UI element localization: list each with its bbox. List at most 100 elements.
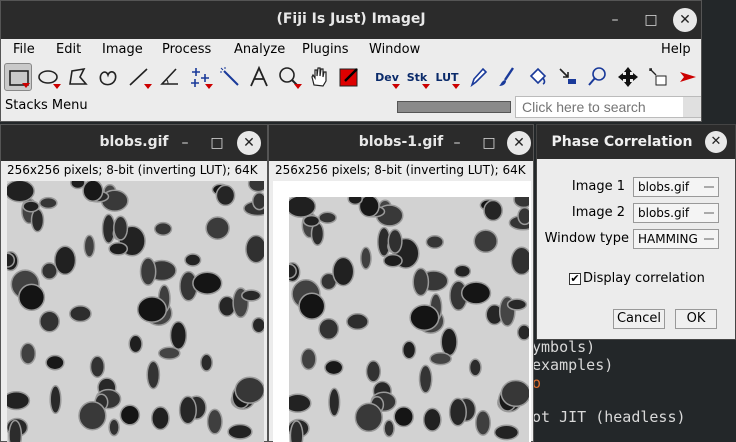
arrow-labels-icon (559, 68, 576, 84)
terminal-line: ymbols) (532, 338, 596, 356)
progress-bar (397, 101, 511, 113)
minimize-button[interactable]: – (603, 8, 627, 32)
image2-select[interactable]: blobs.gif (633, 203, 719, 223)
menu-help[interactable]: Help (661, 42, 691, 57)
search-button[interactable] (683, 97, 701, 117)
tool-menu-indicator (205, 84, 213, 89)
move-tool[interactable] (614, 63, 642, 91)
blobs-image (7, 181, 264, 442)
blobs-image (289, 197, 529, 442)
terminal-line: ot JIT (headless) (532, 408, 686, 426)
dropdown-icon (704, 186, 714, 188)
image2-value: blobs.gif (638, 206, 690, 220)
image-canvas[interactable] (289, 197, 529, 442)
wand-tool[interactable] (216, 63, 244, 91)
menu-process[interactable]: Process (162, 42, 211, 57)
dropdown-icon (704, 238, 714, 240)
maximize-button[interactable]: □ (477, 131, 501, 155)
brush-tool[interactable] (493, 63, 521, 91)
dev-label: Dev (375, 71, 399, 84)
flood-fill-tool[interactable] (523, 63, 551, 91)
menu-window[interactable]: Window (369, 42, 420, 57)
search-tool[interactable] (584, 63, 612, 91)
close-button[interactable]: ✕ (705, 131, 727, 153)
lut-tool[interactable]: LUT (433, 63, 461, 91)
minimize-button[interactable]: – (445, 131, 469, 155)
bucket-icon (529, 67, 547, 85)
zoom-tool[interactable] (275, 63, 303, 91)
image-titlebar: blobs-1.gif – □ ✕ (269, 125, 533, 161)
image-canvas[interactable] (7, 181, 264, 442)
menu-plugins[interactable]: Plugins (302, 42, 349, 57)
dropdown-icon (704, 212, 714, 214)
tool-menu-indicator (53, 84, 61, 89)
arrow-tool[interactable] (554, 63, 582, 91)
red-arrow-icon (680, 72, 696, 82)
menu-image[interactable]: Image (102, 42, 143, 57)
line-tool[interactable] (125, 63, 153, 91)
image-window-blobs[interactable]: blobs.gif – □ ✕ 256x256 pixels; 8-bit (i… (0, 124, 268, 442)
dialog-titlebar: Phase Correlation ✕ (537, 125, 735, 159)
lut-label: LUT (435, 71, 459, 84)
polygon-icon (69, 67, 88, 85)
menu-analyze[interactable]: Analyze (234, 42, 285, 57)
text-tool[interactable] (245, 63, 273, 91)
window-type-select[interactable]: HAMMING (633, 229, 719, 249)
multipoint-tool[interactable] (186, 63, 214, 91)
pencil-tool[interactable] (464, 63, 492, 91)
main-titlebar: (Fiji Is Just) ImageJ – □ ✕ (1, 1, 701, 39)
dialog-title: Phase Correlation (551, 134, 693, 150)
cancel-button[interactable]: Cancel (613, 309, 665, 329)
search-input[interactable] (515, 96, 701, 118)
text-icon (250, 65, 268, 87)
status-bar: Stacks Menu (1, 93, 701, 121)
wand-icon (220, 67, 239, 86)
image2-label: Image 2 (571, 205, 625, 220)
tool-menu-indicator (392, 84, 400, 89)
color-picker-icon (339, 68, 358, 87)
more-tools-button[interactable] (674, 63, 702, 91)
close-button[interactable]: ✕ (673, 8, 697, 32)
tool-menu-indicator (422, 84, 430, 89)
toolbar: Dev Stk LUT (1, 61, 701, 93)
color-picker-tool[interactable] (335, 63, 363, 91)
close-button[interactable]: ✕ (237, 131, 261, 155)
image-info: 256x256 pixels; 8-bit (inverting LUT); 6… (7, 163, 258, 177)
close-button[interactable]: ✕ (507, 131, 531, 155)
polygon-tool[interactable] (64, 63, 92, 91)
image1-value: blobs.gif (638, 180, 690, 194)
angle-tool[interactable] (156, 63, 184, 91)
macro-tool[interactable] (644, 63, 672, 91)
freehand-tool[interactable] (94, 63, 122, 91)
image-window-blobs-1[interactable]: blobs-1.gif – □ ✕ 256x256 pixels; 8-bit … (268, 124, 534, 442)
dev-tool[interactable]: Dev (373, 63, 401, 91)
menu-bar: File Edit Image Process Analyze Plugins … (1, 39, 701, 61)
tool-menu-indicator (22, 83, 30, 88)
image-info: 256x256 pixels; 8-bit (inverting LUT); 6… (275, 163, 526, 177)
tool-menu-indicator (294, 84, 302, 89)
menu-file[interactable]: File (13, 42, 35, 57)
oval-tool[interactable] (34, 63, 62, 91)
image1-select[interactable]: blobs.gif (633, 177, 719, 197)
tool-menu-indicator (144, 84, 152, 89)
rectangle-tool[interactable] (4, 63, 32, 91)
brush-icon (499, 67, 514, 86)
imagej-main-window: (Fiji Is Just) ImageJ – □ ✕ File Edit Im… (0, 0, 702, 122)
menu-edit[interactable]: Edit (56, 42, 81, 57)
stack-tool[interactable]: Stk (403, 63, 431, 91)
maximize-button[interactable]: □ (205, 131, 229, 155)
ok-button[interactable]: OK (675, 309, 717, 329)
hand-tool[interactable] (305, 63, 333, 91)
window-type-label: Window type (544, 231, 629, 246)
image-titlebar: blobs.gif – □ ✕ (1, 125, 267, 161)
main-window-title: (Fiji Is Just) ImageJ (276, 11, 426, 27)
angle-icon (160, 68, 178, 85)
display-correlation-checkbox[interactable]: ✔ (569, 273, 581, 285)
hand-icon (311, 67, 327, 87)
move-arrows-icon (618, 67, 638, 87)
terminal-line: examples) (532, 356, 614, 374)
maximize-button[interactable]: □ (639, 8, 663, 32)
window-type-value: HAMMING (638, 232, 698, 246)
minimize-button[interactable]: – (173, 131, 197, 155)
display-correlation-label: Display correlation (583, 271, 705, 286)
